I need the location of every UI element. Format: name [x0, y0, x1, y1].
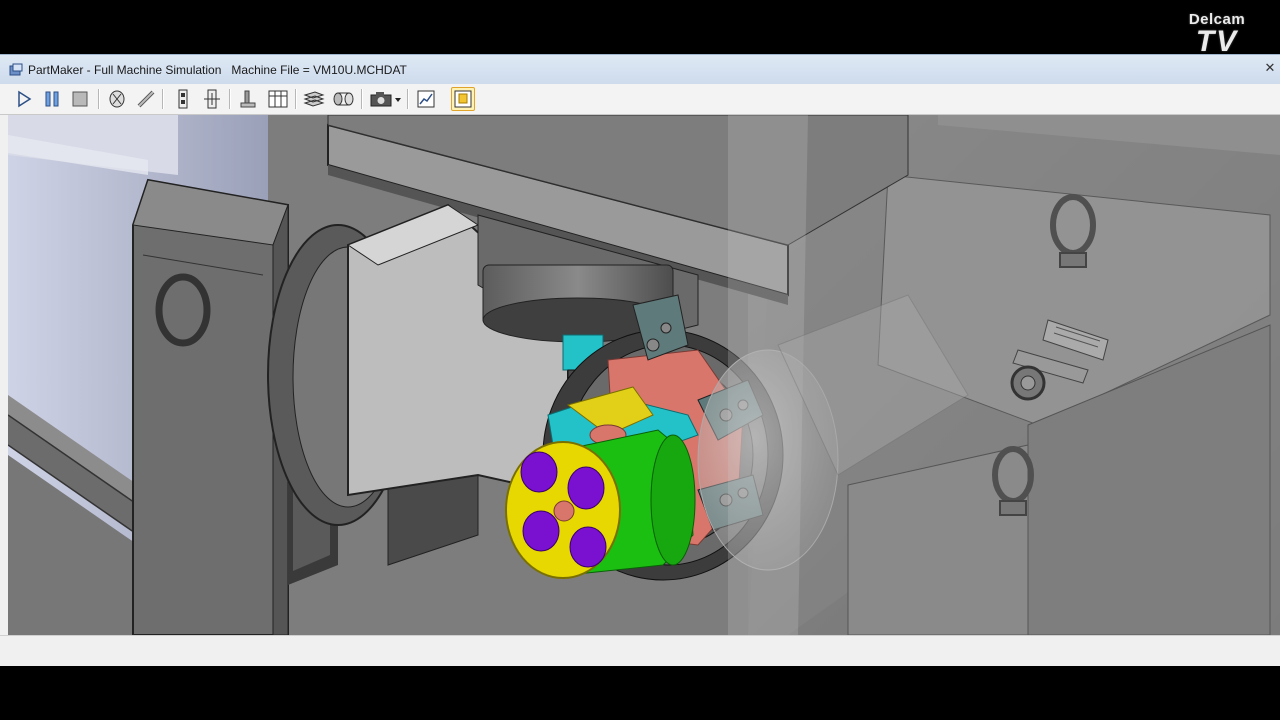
cylinder-stock-button[interactable] — [332, 87, 356, 111]
step-button[interactable] — [171, 87, 195, 111]
tool-icon — [240, 90, 256, 108]
tool-holder-icon — [204, 89, 220, 109]
report-icon — [417, 90, 435, 108]
report-button[interactable] — [414, 87, 438, 111]
simulation-toolbar — [0, 84, 1280, 115]
camera-icon — [370, 92, 401, 107]
close-button[interactable]: ✕ — [1262, 61, 1278, 75]
measure-icon — [137, 90, 155, 108]
machine-3d-view — [8, 115, 1280, 635]
stop-button[interactable] — [68, 87, 92, 111]
logo-line-2: TV — [1195, 25, 1239, 58]
stock-layers-icon — [303, 91, 325, 107]
tool-button[interactable] — [236, 87, 260, 111]
app-window: PartMaker - Full Machine Simulation Mach… — [0, 54, 1280, 666]
partmaker-app-icon — [9, 63, 23, 76]
pause-button[interactable] — [40, 87, 64, 111]
title-bar[interactable]: PartMaker - Full Machine Simulation Mach… — [0, 54, 1280, 84]
part-view-button[interactable] — [105, 87, 129, 111]
table-button[interactable] — [266, 87, 290, 111]
cylinder-stock-icon — [333, 92, 354, 106]
status-bar — [0, 635, 1280, 666]
pause-icon — [45, 91, 59, 107]
table-icon — [268, 90, 288, 108]
tool-holder-button[interactable] — [200, 87, 224, 111]
delcam-tv-logo: Delcam TV — [1178, 12, 1256, 62]
highlight-icon — [454, 90, 472, 108]
simulation-viewport[interactable] — [8, 115, 1280, 635]
highlight-button[interactable] — [451, 87, 475, 111]
play-icon — [18, 90, 32, 108]
window-title: PartMaker - Full Machine Simulation Mach… — [28, 63, 407, 77]
camera-button[interactable] — [369, 87, 403, 111]
stop-icon — [72, 91, 88, 107]
measure-button[interactable] — [134, 87, 158, 111]
step-icon — [178, 89, 188, 109]
stock-layers-button[interactable] — [302, 87, 326, 111]
play-button[interactable] — [12, 87, 36, 111]
part-view-icon — [109, 90, 125, 108]
